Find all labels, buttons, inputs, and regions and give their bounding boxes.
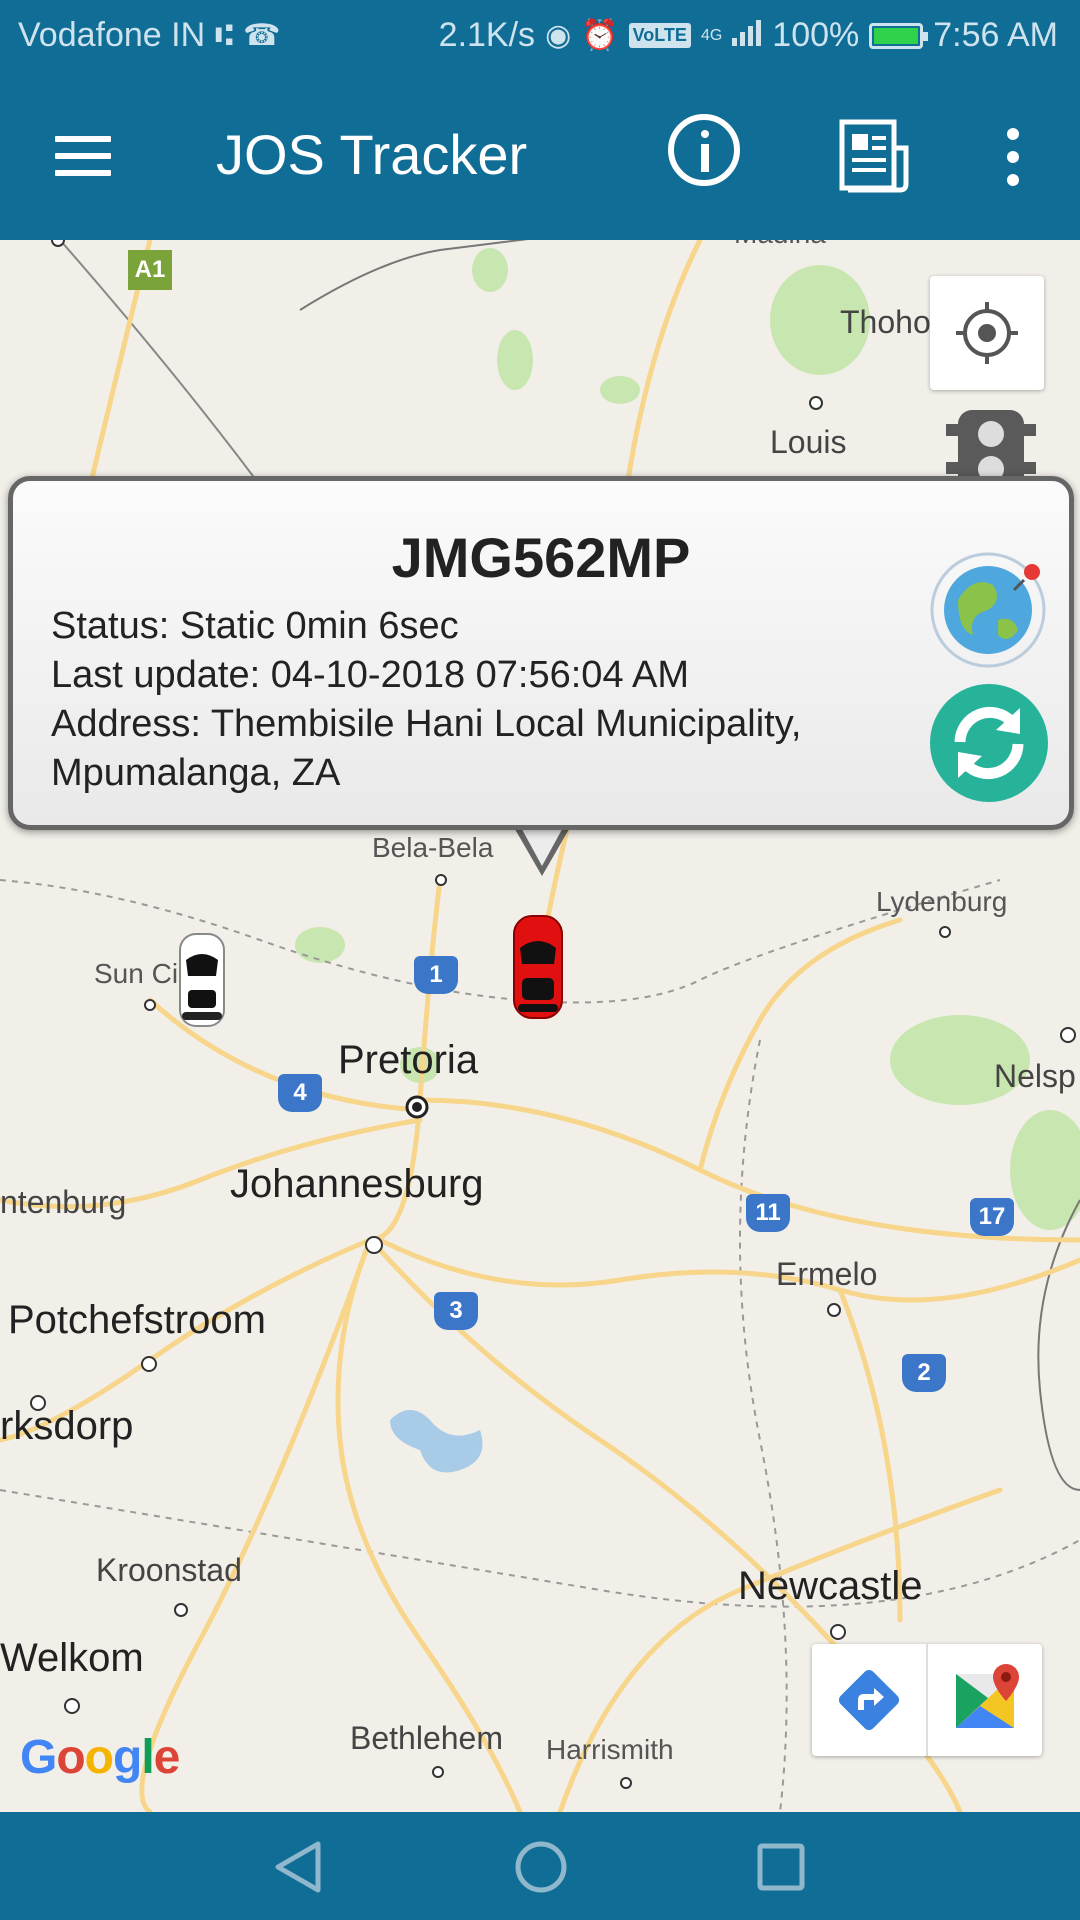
vehicle-address-cont: Mpumalanga, ZA <box>51 752 341 794</box>
directions-button[interactable] <box>812 1644 926 1756</box>
app-bar: JOS Tracker <box>0 72 1080 240</box>
vehicle-marker-white-car[interactable] <box>172 930 232 1035</box>
place-label: ntenburg <box>0 1184 127 1220</box>
report-icon[interactable] <box>838 118 910 194</box>
signal-icon <box>732 16 762 55</box>
vehicle-status: Status: Static 0min 6sec <box>51 605 459 647</box>
network-speed: 2.1K/s <box>438 16 536 54</box>
alarm-icon: ⏰ <box>581 19 619 52</box>
place-label: Johannesburg <box>230 1162 484 1206</box>
vehicle-info-window[interactable]: JMG562MP Status: Static 0min 6sec Last u… <box>8 476 1074 830</box>
carrier-label: Vodafone IN <box>18 16 206 54</box>
network-type: 4G <box>700 26 723 44</box>
clock: 7:56 AM <box>933 16 1058 54</box>
place-label: Lydenburg <box>876 886 1008 917</box>
location-icon: ◉ <box>545 19 572 52</box>
route-shield: 3 <box>434 1292 478 1330</box>
route-shield: 11 <box>746 1194 790 1232</box>
crosshair-icon <box>956 302 1018 364</box>
refresh-icon <box>954 706 1024 780</box>
vehicle-address: Address: Thembisile Hani Local Municipal… <box>51 703 802 745</box>
battery-icon <box>869 22 929 49</box>
system-nav-bar <box>0 1812 1080 1920</box>
place-label: Louis <box>770 424 847 460</box>
google-maps-icon <box>956 1664 1019 1728</box>
menu-icon[interactable] <box>55 136 111 176</box>
google-attribution: Google <box>20 1731 180 1784</box>
place-label: Potchefstroom <box>8 1298 266 1342</box>
info-icon[interactable] <box>668 114 740 186</box>
map-toolbar <box>812 1644 1042 1756</box>
open-google-maps-button[interactable] <box>928 1644 1042 1756</box>
volte-badge: VoLTE <box>628 23 691 48</box>
vehicle-last-update: Last update: 04-10-2018 07:56:04 AM <box>51 654 690 696</box>
vehicle-marker-red-car[interactable] <box>508 912 568 1027</box>
place-label: Nelsp <box>994 1058 1076 1094</box>
my-location-button[interactable] <box>930 276 1044 390</box>
more-options-icon[interactable] <box>1004 128 1022 188</box>
refresh-button[interactable] <box>930 684 1048 802</box>
directions-icon <box>838 1669 900 1731</box>
recents-icon[interactable] <box>756 1842 806 1897</box>
route-shield: 4 <box>278 1074 322 1112</box>
route-shield: A1 <box>128 250 172 290</box>
place-label: rksdorp <box>0 1404 134 1448</box>
place-label: Welkom <box>0 1636 144 1680</box>
usb-icon: ⑆ <box>215 18 234 52</box>
place-label: Madina <box>734 240 826 250</box>
satellite-view-button[interactable] <box>928 550 1048 670</box>
globe-icon <box>930 552 1046 668</box>
app-title: JOS Tracker <box>216 123 528 186</box>
battery-percent: 100% <box>772 16 860 54</box>
place-label: Kroonstad <box>96 1552 242 1588</box>
place-label: Bela-Bela <box>372 832 494 863</box>
route-shield: 17 <box>970 1198 1014 1236</box>
place-label: Pretoria <box>338 1038 479 1082</box>
back-icon[interactable] <box>272 1840 324 1899</box>
route-shield: 1 <box>414 956 458 994</box>
route-shield: 2 <box>902 1354 946 1392</box>
place-label: Bethlehem <box>350 1720 503 1756</box>
home-icon[interactable] <box>514 1840 568 1899</box>
status-bar: Vodafone IN ⑆ ☎ 2.1K/s ◉ ⏰ VoLTE 4G 100%… <box>0 0 1080 72</box>
place-label: Sun Ci <box>94 958 179 989</box>
place-label: Ermelo <box>776 1256 878 1292</box>
whatsapp-icon: ☎ <box>243 19 281 52</box>
place-label: Harrismith <box>546 1734 674 1765</box>
vehicle-plate: JMG562MP <box>391 526 691 589</box>
place-label: Newcastle <box>738 1564 923 1608</box>
